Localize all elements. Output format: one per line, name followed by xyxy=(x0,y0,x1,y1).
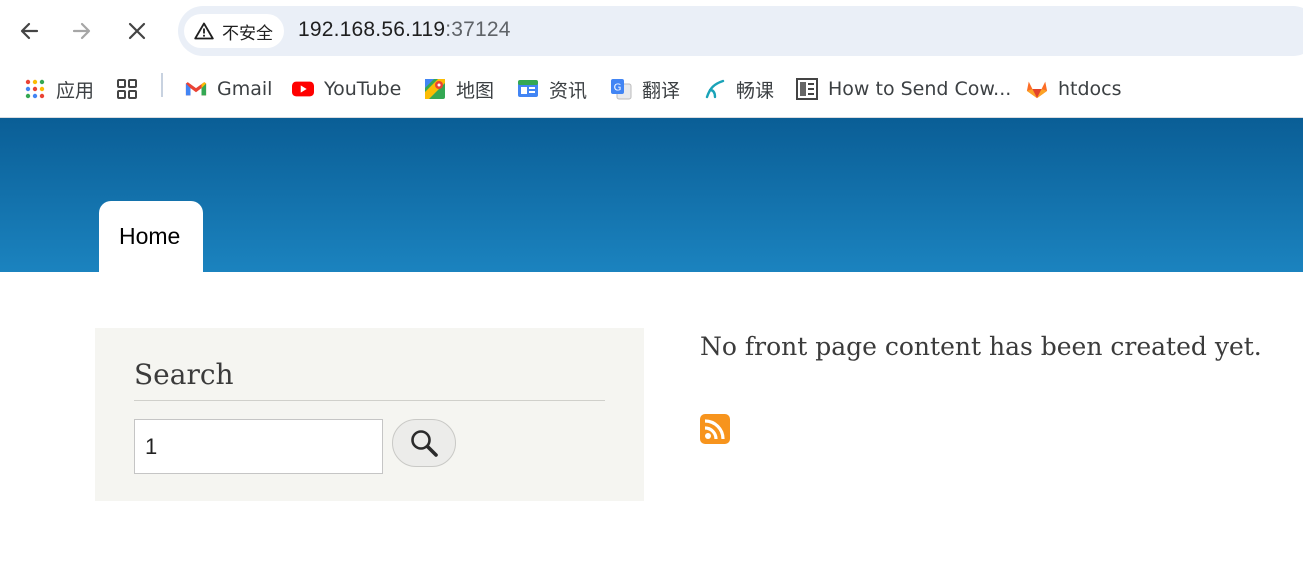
maps-icon xyxy=(424,78,446,100)
gmail-icon xyxy=(185,78,207,100)
tab-groups-icon xyxy=(116,78,138,100)
svg-text:G: G xyxy=(614,83,622,94)
back-button[interactable] xyxy=(12,14,46,48)
search-submit-button[interactable] xyxy=(392,419,456,467)
bookmarks-separator xyxy=(161,73,163,97)
bookmark-label: 应用 xyxy=(56,79,95,102)
bookmark-changke[interactable]: 畅课 xyxy=(704,75,774,103)
bookmark-label: htdocs xyxy=(1058,78,1122,100)
news-icon xyxy=(517,78,539,100)
bookmarks-bar: 应用 Gmail YouTube 地图 资讯 G 翻译 畅课 How to Se… xyxy=(0,62,1303,118)
bookmark-label: How to Send Cow... xyxy=(828,78,1012,100)
browser-toolbar: 不安全 192.168.56.119:37124 xyxy=(0,0,1303,62)
tab-home[interactable]: Home xyxy=(99,201,203,272)
bookmark-label: 地图 xyxy=(456,79,495,102)
bookmark-gmail[interactable]: Gmail xyxy=(185,75,272,103)
divider xyxy=(134,400,605,401)
magnifier-icon xyxy=(411,430,438,457)
bookmark-apps[interactable]: 应用 xyxy=(24,75,94,103)
bookmark-page-icon xyxy=(796,78,818,100)
bookmark-label: Gmail xyxy=(217,78,273,100)
bookmark-label: YouTube xyxy=(324,78,402,100)
bookmark-label: 畅课 xyxy=(736,79,775,102)
address-bar[interactable]: 不安全 192.168.56.119:37124 xyxy=(178,6,1303,56)
youtube-icon xyxy=(292,78,314,100)
bookmark-htdocs[interactable]: htdocs xyxy=(1026,75,1122,103)
gitlab-icon xyxy=(1026,78,1048,100)
rss-feed-icon[interactable] xyxy=(700,414,730,444)
site-header: Home xyxy=(0,118,1303,272)
back-arrow-icon xyxy=(20,22,39,40)
warning-triangle-icon xyxy=(194,22,214,40)
bookmark-translate[interactable]: G 翻译 xyxy=(610,75,680,103)
apps-grid-icon xyxy=(24,78,46,100)
translate-icon: G xyxy=(610,78,632,100)
security-label: 不安全 xyxy=(222,23,273,44)
bookmark-tab-groups[interactable] xyxy=(116,75,148,103)
bookmark-label: 翻译 xyxy=(642,79,681,102)
changke-icon xyxy=(704,78,726,100)
forward-button[interactable] xyxy=(65,14,99,48)
bookmark-youtube[interactable]: YouTube xyxy=(292,75,401,103)
search-block-title: Search xyxy=(134,358,234,391)
security-indicator[interactable]: 不安全 xyxy=(184,14,284,48)
close-icon xyxy=(128,22,146,40)
bookmark-maps[interactable]: 地图 xyxy=(424,75,494,103)
bookmark-label: 资讯 xyxy=(549,79,588,102)
bookmark-how-to-send[interactable]: How to Send Cow... xyxy=(796,75,1011,103)
url-port: :37124 xyxy=(445,18,511,41)
bookmark-news[interactable]: 资讯 xyxy=(517,75,587,103)
url-text[interactable]: 192.168.56.119:37124 xyxy=(298,18,511,42)
search-block: Search xyxy=(95,328,644,501)
url-host: 192.168.56.119 xyxy=(298,18,446,41)
forward-arrow-icon xyxy=(72,22,91,40)
front-page-message: No front page content has been created y… xyxy=(700,332,1262,361)
tab-home-label: Home xyxy=(119,223,181,249)
stop-loading-button[interactable] xyxy=(120,14,154,48)
search-input[interactable] xyxy=(134,419,383,474)
